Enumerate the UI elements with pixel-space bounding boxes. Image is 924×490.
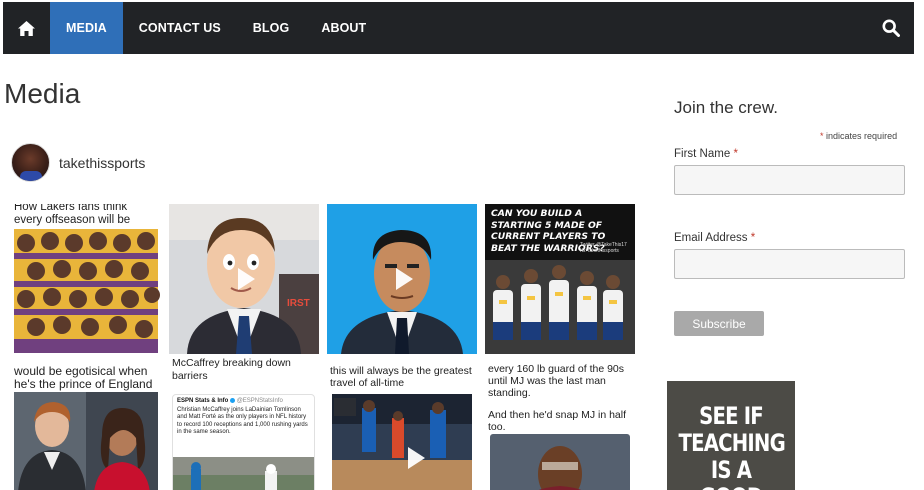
instagram-handle[interactable]: takethissports	[59, 155, 145, 171]
page-title: Media	[4, 78, 81, 109]
top-nav: MEDIA CONTACT US BLOG ABOUT	[3, 2, 914, 54]
required-note-text: indicates required	[826, 131, 898, 141]
required-note: * indicates required	[820, 131, 897, 141]
post-image	[485, 260, 635, 354]
instagram-post[interactable]: every 160 lb guard of the 90s until MJ w…	[485, 354, 635, 490]
tweet-text: Christian McCaffrey joins LaDainian Toml…	[177, 406, 308, 436]
tweet-card: ESPN Stats & Info @ESPNStatsInfo Christi…	[172, 394, 315, 490]
nav-contact-us[interactable]: CONTACT US	[123, 2, 237, 54]
tweet-source: ESPN Stats & Info	[177, 398, 229, 405]
first-name-label: First Name *	[674, 148, 738, 160]
email-label: Email Address *	[674, 232, 755, 244]
required-star: *	[820, 131, 824, 141]
instagram-feed: How Lakers fans think every offseason wi…	[11, 204, 638, 490]
signup-title: Join the crew.	[674, 98, 778, 117]
post-caption: would be egotisical when he's the prince…	[14, 364, 153, 391]
post-caption: McCaffrey breaking down barriers	[172, 357, 291, 382]
post-image	[14, 392, 158, 490]
nav-blog[interactable]: BLOG	[237, 2, 306, 54]
post-caption: this will always be the greatest travel …	[330, 365, 472, 389]
required-star: *	[733, 148, 738, 160]
first-name-field[interactable]	[674, 165, 905, 195]
tweet-handle: @ESPNStatsInfo	[236, 398, 283, 405]
instagram-post[interactable]: How Lakers fans think every offseason wi…	[11, 204, 161, 354]
instagram-post[interactable]: would be egotisical when he's the prince…	[11, 354, 161, 490]
nav-about[interactable]: ABOUT	[305, 2, 382, 54]
play-icon[interactable]	[397, 441, 431, 475]
subscribe-button[interactable]: Subscribe	[674, 311, 764, 336]
post-caption: How Lakers fans think every offseason wi…	[14, 204, 131, 226]
required-star: *	[750, 232, 756, 244]
svg-text:IRST: IRST	[287, 298, 310, 309]
verified-icon	[230, 398, 236, 403]
first-name-label-text: First Name	[674, 148, 731, 160]
post-image	[490, 434, 630, 490]
post-caption-bottom: And then he'd snap MJ in half too.	[488, 409, 627, 433]
ad-text: SEE IF TEACHING IS A GOOD	[678, 402, 786, 490]
post-credit: Twitter @TakeThis17 IG: takethissports	[580, 242, 627, 254]
ad-banner[interactable]: SEE IF TEACHING IS A GOOD	[667, 381, 795, 490]
home-icon	[18, 20, 35, 36]
nav-media[interactable]: MEDIA	[50, 2, 123, 54]
email-label-text: Email Address	[674, 232, 748, 244]
play-icon[interactable]	[385, 262, 419, 296]
post-caption: every 160 lb guard of the 90s until MJ w…	[488, 363, 625, 399]
avatar[interactable]	[11, 143, 50, 182]
tweet-image	[173, 457, 314, 490]
instagram-post[interactable]	[327, 204, 477, 354]
instagram-post[interactable]: this will always be the greatest travel …	[327, 354, 477, 490]
email-field[interactable]	[674, 249, 905, 279]
instagram-post[interactable]: CAN YOU BUILD A STARTING 5 MADE OF CURRE…	[485, 204, 635, 354]
search-icon[interactable]	[882, 19, 900, 37]
post-image	[14, 229, 160, 353]
nav-home-link[interactable]	[3, 2, 50, 54]
instagram-post[interactable]: IRST	[169, 204, 319, 354]
instagram-post[interactable]: McCaffrey breaking down barriers ESPN St…	[169, 354, 319, 490]
instagram-profile[interactable]: takethissports	[11, 143, 145, 182]
play-icon[interactable]	[227, 262, 261, 296]
